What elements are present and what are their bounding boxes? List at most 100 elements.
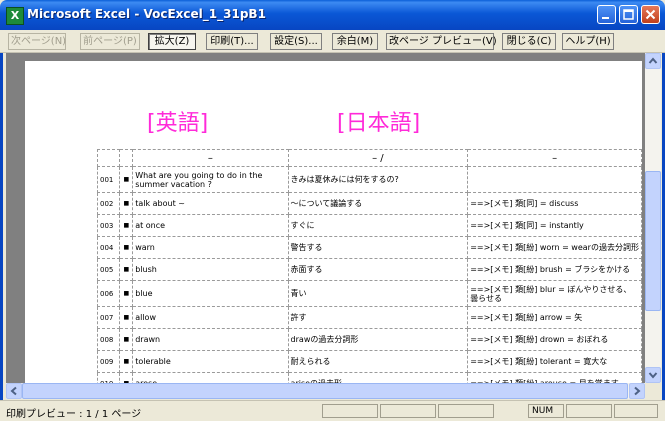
english-cell: tolerable xyxy=(132,350,289,373)
scroll-right-button[interactable] xyxy=(629,383,645,399)
note-cell: ==>[メモ] 類[同] = instantly xyxy=(467,214,642,237)
english-cell: warn xyxy=(132,236,289,259)
note-cell: ==>[メモ] 類[紛] blur = ぼんやりさせる、曇らせる xyxy=(467,280,642,307)
close-icon xyxy=(645,9,656,20)
table-row: 001 ■ What are you going to do in the su… xyxy=(96,166,642,193)
row-marker: ■ xyxy=(119,192,134,215)
page-break-preview-button[interactable]: 改ページ プレビュー(V) xyxy=(386,33,497,50)
row-marker: ■ xyxy=(119,214,134,237)
row-marker: ■ xyxy=(119,166,134,193)
row-id: 008 xyxy=(96,328,121,351)
table-row: 006 ■ blue 青い ==>[メモ] 類[紛] blur = ぼんやりさせ… xyxy=(96,280,642,307)
japanese-cell: 耐えられる xyxy=(287,350,469,373)
row-id: 006 xyxy=(96,280,121,307)
note-cell xyxy=(467,166,642,193)
close-button[interactable] xyxy=(641,5,660,24)
minimize-button[interactable] xyxy=(597,5,616,24)
japanese-cell: 赤面する xyxy=(287,258,469,281)
header-row: – – / – xyxy=(96,149,642,167)
excel-app-icon[interactable]: X xyxy=(6,7,24,25)
row-marker: ■ xyxy=(119,350,134,373)
scroll-up-button[interactable] xyxy=(645,53,661,69)
header-cell: – xyxy=(132,149,289,167)
scroll-down-button[interactable] xyxy=(645,367,661,383)
japanese-cell: ～について議論する xyxy=(287,192,469,215)
row-marker: ■ xyxy=(119,258,134,281)
header-cell xyxy=(96,149,121,167)
english-cell: at once xyxy=(132,214,289,237)
note-cell: ==>[メモ] 類[同] = discuss xyxy=(467,192,642,215)
row-marker: ■ xyxy=(119,306,134,329)
row-marker: ■ xyxy=(119,280,134,307)
horizontal-scroll-thumb[interactable] xyxy=(22,383,628,399)
status-panel xyxy=(566,404,612,418)
vertical-scrollbar[interactable] xyxy=(645,53,661,383)
english-column-label: [英語] xyxy=(147,111,209,136)
english-cell: allow xyxy=(132,306,289,329)
header-cell: – / xyxy=(287,149,469,167)
english-cell: talk about ~ xyxy=(132,192,289,215)
header-cell: – xyxy=(467,149,642,167)
row-id: 002 xyxy=(96,192,121,215)
row-id: 005 xyxy=(96,258,121,281)
arrow-left-icon xyxy=(10,386,17,396)
english-cell: blush xyxy=(132,258,289,281)
close-preview-button[interactable]: 閉じる(C) xyxy=(502,33,556,50)
status-panel xyxy=(380,404,436,418)
japanese-cell: すぐに xyxy=(287,214,469,237)
table-row: 007 ■ allow 許す ==>[メモ] 類[紛] arrow = 矢 xyxy=(96,306,642,329)
status-panel xyxy=(438,404,494,418)
zoom-button[interactable]: 拡大(Z) xyxy=(148,33,196,50)
setup-button[interactable]: 設定(S)... xyxy=(270,33,322,50)
print-button[interactable]: 印刷(T)... xyxy=(206,33,258,50)
vocabulary-table: – – / – 001 ■ What are you going to do i… xyxy=(96,149,642,391)
minimize-icon xyxy=(602,17,609,19)
row-id: 004 xyxy=(96,236,121,259)
row-id: 001 xyxy=(96,166,121,193)
window-title: Microsoft Excel - VocExcel_1_31pB1 xyxy=(27,7,266,21)
print-preview-toolbar: 次ページ(N) 前ページ(P) 拡大(Z) 印刷(T)... 設定(S)... … xyxy=(0,30,665,53)
japanese-cell: 許す xyxy=(287,306,469,329)
window-frame-left xyxy=(0,30,3,420)
english-cell: What are you going to do in the summer v… xyxy=(132,166,289,193)
arrow-up-icon xyxy=(648,57,658,64)
num-lock-indicator: NUM xyxy=(528,404,564,418)
row-id: 009 xyxy=(96,350,121,373)
title-bar[interactable]: X Microsoft Excel - VocExcel_1_31pB1 xyxy=(0,0,665,30)
row-id: 007 xyxy=(96,306,121,329)
note-cell: ==>[メモ] 類[紛] drown = おぼれる xyxy=(467,328,642,351)
vertical-scroll-thumb[interactable] xyxy=(645,171,661,311)
note-cell: ==>[メモ] 類[紛] worn = wearの過去分詞形 xyxy=(467,236,642,259)
maximize-icon xyxy=(623,9,634,20)
table-row: 009 ■ tolerable 耐えられる ==>[メモ] 類[紛] toler… xyxy=(96,350,642,373)
table-row: 002 ■ talk about ~ ～について議論する ==>[メモ] 類[同… xyxy=(96,192,642,215)
status-bar: 印刷プレビュー : 1 / 1 ページ NUM xyxy=(0,400,665,421)
english-cell: drawn xyxy=(132,328,289,351)
japanese-cell: drawの過去分詞形 xyxy=(287,328,469,351)
japanese-column-label: [日本語] xyxy=(337,111,421,136)
preview-page[interactable]: [英語] [日本語] – – / – 001 ■ What are you go… xyxy=(25,61,642,391)
previous-page-button[interactable]: 前ページ(P) xyxy=(80,33,140,50)
japanese-cell: 青い xyxy=(287,280,469,307)
maximize-button[interactable] xyxy=(619,5,638,24)
help-button[interactable]: ヘルプ(H) xyxy=(562,33,614,50)
next-page-button[interactable]: 次ページ(N) xyxy=(8,33,66,50)
status-panel xyxy=(614,404,658,418)
row-marker: ■ xyxy=(119,328,134,351)
status-text: 印刷プレビュー : 1 / 1 ページ xyxy=(6,409,142,420)
row-id: 003 xyxy=(96,214,121,237)
table-row: 003 ■ at once すぐに ==>[メモ] 類[同] = instant… xyxy=(96,214,642,237)
status-panel xyxy=(322,404,378,418)
horizontal-scrollbar[interactable] xyxy=(6,383,645,399)
preview-area[interactable]: [英語] [日本語] – – / – 001 ■ What are you go… xyxy=(6,53,645,391)
scroll-left-button[interactable] xyxy=(6,383,22,399)
row-marker: ■ xyxy=(119,236,134,259)
note-cell: ==>[メモ] 類[紛] arrow = 矢 xyxy=(467,306,642,329)
note-cell: ==>[メモ] 類[紛] tolerant = 寛大な xyxy=(467,350,642,373)
header-cell xyxy=(119,149,134,167)
english-cell: blue xyxy=(132,280,289,307)
arrow-down-icon xyxy=(648,372,658,379)
japanese-cell: きみは夏休みには何をするの? xyxy=(287,166,469,193)
japanese-cell: 警告する xyxy=(287,236,469,259)
margins-button[interactable]: 余白(M) xyxy=(332,33,378,50)
